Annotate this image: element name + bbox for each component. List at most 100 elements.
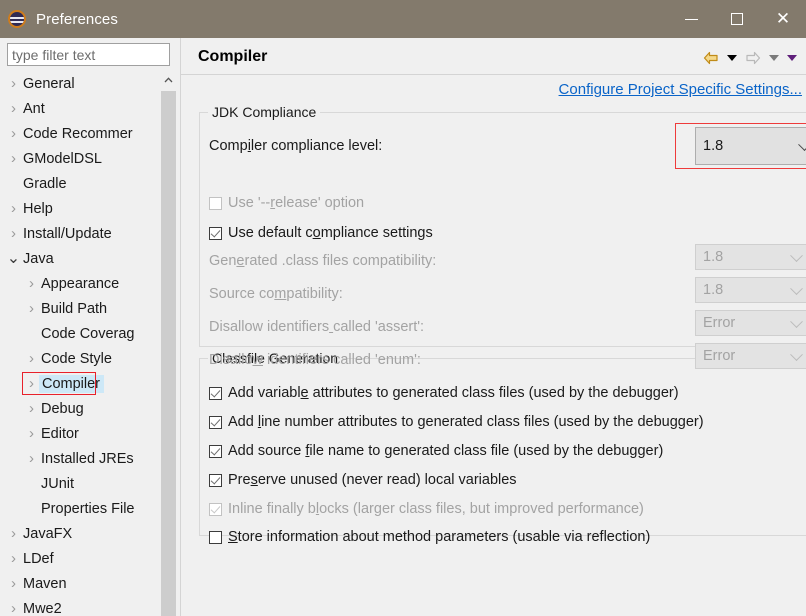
checkbox-preserve-unused-never-read-local-variables[interactable]: Preserve unused (never read) local varia…	[209, 472, 517, 488]
chevron-right-icon[interactable]: ›	[6, 125, 21, 142]
combo-disallow-identifiers-called-assert: Error	[695, 310, 806, 336]
title-separator	[181, 74, 806, 75]
sidebar-item-label: LDef	[23, 550, 54, 567]
sidebar-item-debug[interactable]: › Debug	[0, 396, 160, 421]
chevron-right-icon[interactable]: ›	[6, 550, 21, 567]
sidebar-item-code-recommer[interactable]: › Code Recommer	[0, 121, 160, 146]
sidebar-item-installed-jres[interactable]: › Installed JREs	[0, 446, 160, 471]
sidebar-item-label: GModelDSL	[23, 150, 102, 167]
tree-scrollbar[interactable]	[160, 71, 177, 616]
sidebar-item-maven[interactable]: › Maven	[0, 571, 160, 596]
checkbox-box[interactable]	[209, 444, 222, 458]
sidebar-item-ant[interactable]: › Ant	[0, 96, 160, 121]
chevron-right-icon[interactable]: ›	[6, 575, 21, 592]
setting-label: Compiler compliance level:	[209, 138, 383, 154]
chevron-down-icon	[787, 55, 797, 61]
combo-generated-class-files-compatibility: 1.8	[695, 244, 806, 270]
chevron-right-icon[interactable]: ›	[6, 600, 21, 616]
chevron-right-icon[interactable]: ›	[24, 400, 39, 417]
checkbox-box[interactable]	[209, 226, 222, 240]
chevron-right-icon[interactable]: ›	[6, 200, 21, 217]
sidebar-item-javafx[interactable]: › JavaFX	[0, 521, 160, 546]
checkbox-add-line-number-attributes-to-generated-class-file[interactable]: Add line number attributes to generated …	[209, 414, 704, 430]
chevron-right-icon[interactable]: ›	[6, 150, 21, 167]
combo-value: Error	[703, 348, 736, 364]
chevron-right-icon[interactable]: ›	[6, 525, 21, 542]
sidebar-item-label: Mwe2	[23, 600, 62, 616]
preferences-tree[interactable]: › General › Ant › Code Recommer › GModelDSL Grad…	[0, 71, 160, 616]
chevron-right-icon[interactable]: ›	[24, 450, 39, 467]
checkbox-add-source-file-name-to-generated-class-file-used-[interactable]: Add source file name to generated class …	[209, 443, 663, 459]
maximize-button[interactable]	[714, 0, 760, 38]
chevron-right-icon[interactable]: ›	[24, 275, 39, 292]
sidebar-item-properties-file[interactable]: Properties File	[0, 496, 160, 521]
sidebar-item-label: Java	[23, 250, 54, 267]
sidebar-item-install-update[interactable]: › Install/Update	[0, 221, 160, 246]
sidebar-item-junit[interactable]: JUnit	[0, 471, 160, 496]
setting-label: Generated .class files compatibility:	[209, 253, 437, 269]
checkbox-box	[209, 502, 222, 516]
scroll-thumb[interactable]	[161, 91, 176, 616]
combo-compiler-compliance-level[interactable]: 1.8	[695, 127, 806, 165]
sidebar-item-editor[interactable]: › Editor	[0, 421, 160, 446]
scroll-up-button[interactable]	[160, 71, 177, 88]
checkbox-box[interactable]	[209, 473, 222, 487]
sidebar-item-general[interactable]: › General	[0, 71, 160, 96]
sidebar-item-label: Install/Update	[23, 225, 112, 242]
checkbox-box[interactable]	[209, 530, 222, 544]
filter-input[interactable]: type filter text	[7, 43, 170, 66]
sidebar-item-ldef[interactable]: › LDef	[0, 546, 160, 571]
sidebar-item-compiler[interactable]: › Compiler	[0, 371, 160, 396]
chevron-down-icon	[769, 55, 779, 61]
chevron-down-icon	[790, 249, 803, 263]
checkbox-add-variable-attributes-to-generated-class-files-u[interactable]: Add variable attributes to generated cla…	[209, 385, 679, 401]
sidebar-item-gmodeldsl[interactable]: › GModelDSL	[0, 146, 160, 171]
title-bar: Preferences ✕	[0, 0, 806, 38]
back-button[interactable]	[699, 47, 723, 69]
chevron-right-icon[interactable]: ›	[24, 425, 39, 442]
chevron-right-icon[interactable]: ›	[6, 75, 21, 92]
forward-dropdown-button	[765, 47, 783, 69]
sidebar-item-code-coverag[interactable]: Code Coverag	[0, 321, 160, 346]
back-dropdown-button[interactable]	[723, 47, 741, 69]
chevron-down-icon[interactable]: ⌄	[6, 250, 21, 266]
sidebar-item-label: Code Recommer	[23, 125, 133, 142]
sidebar-item-label: Code Coverag	[41, 325, 135, 342]
sidebar-item-label: Compiler	[39, 374, 105, 393]
sidebar-item-label: Maven	[23, 575, 67, 592]
sidebar-item-label: Code Style	[41, 350, 112, 367]
combo-value: 1.8	[703, 138, 724, 154]
sidebar-item-label: Build Path	[41, 300, 108, 317]
sidebar-item-build-path[interactable]: › Build Path	[0, 296, 160, 321]
sidebar-item-appearance[interactable]: › Appearance	[0, 271, 160, 296]
chevron-right-icon[interactable]: ›	[6, 225, 21, 242]
view-menu-button[interactable]	[783, 47, 801, 69]
chevron-down-icon	[798, 138, 806, 152]
checkbox-label: Preserve unused (never read) local varia…	[228, 472, 517, 488]
sidebar-item-code-style[interactable]: › Code Style	[0, 346, 160, 371]
chevron-right-icon[interactable]: ›	[6, 100, 21, 117]
chevron-down-icon	[790, 315, 803, 329]
filter-placeholder: type filter text	[12, 46, 96, 63]
sidebar-item-label: Help	[23, 200, 53, 217]
sidebar-item-gradle[interactable]: Gradle	[0, 171, 160, 196]
chevron-right-icon[interactable]: ›	[24, 350, 39, 367]
setting-row-generated-class-files-compatibility: Generated .class files compatibility:	[209, 253, 436, 269]
close-button[interactable]: ✕	[760, 0, 806, 38]
sidebar-item-mwe2[interactable]: › Mwe2	[0, 596, 160, 616]
checkbox-box[interactable]	[209, 386, 222, 400]
configure-project-settings-link[interactable]: Configure Project Specific Settings...	[559, 81, 802, 98]
sidebar-item-java[interactable]: ⌄ Java	[0, 246, 160, 271]
page-title: Compiler	[198, 48, 268, 65]
checkbox-store-information-about-method-parameters-usable-v[interactable]: Store information about method parameter…	[209, 529, 650, 545]
chevron-right-icon[interactable]: ›	[24, 375, 39, 392]
sidebar-item-help[interactable]: › Help	[0, 196, 160, 221]
chevron-down-icon	[790, 348, 803, 362]
setting-label: Disallow identifiers called 'enum':	[209, 352, 421, 368]
checkbox-box[interactable]	[209, 415, 222, 429]
sidebar-item-label: JavaFX	[23, 525, 73, 542]
group-title-jdk-compliance: JDK Compliance	[208, 104, 321, 120]
minimize-button[interactable]	[668, 0, 714, 38]
checkbox-use-default-compliance-settings[interactable]: Use default compliance settings	[209, 225, 433, 241]
chevron-right-icon[interactable]: ›	[24, 300, 39, 317]
